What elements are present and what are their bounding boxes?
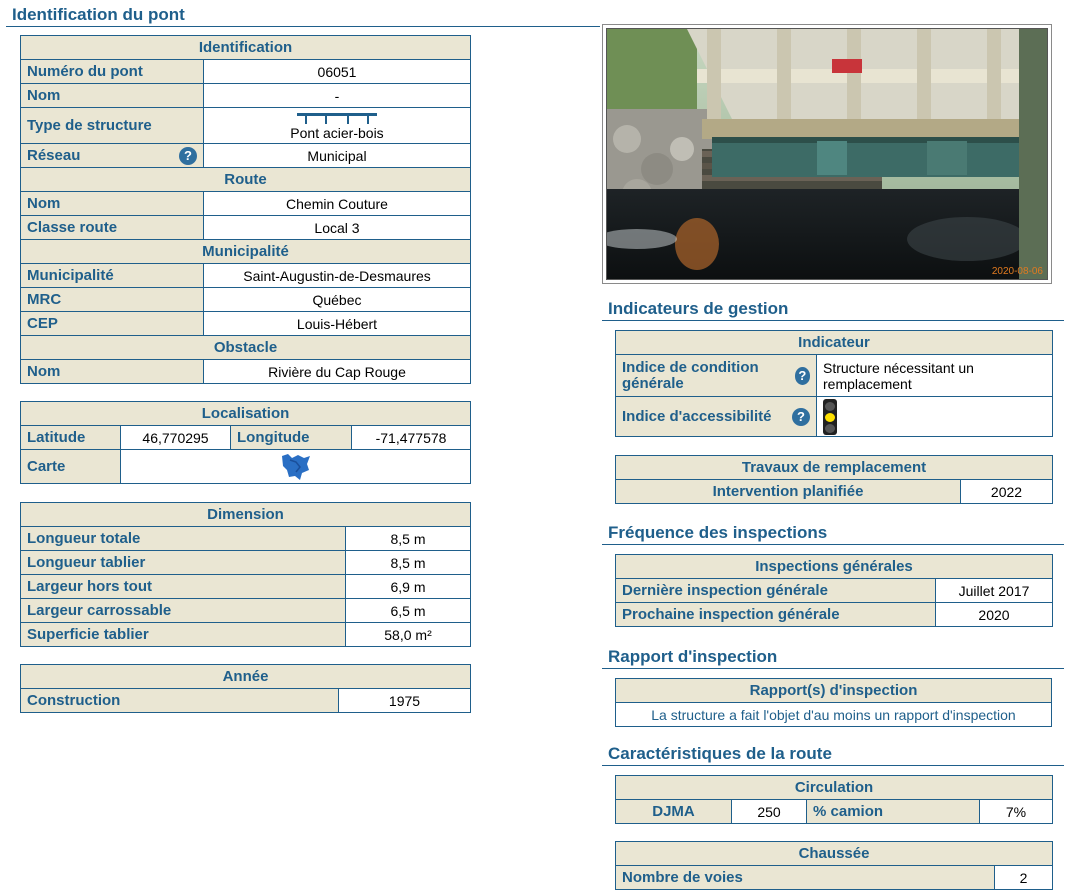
section-title-frequence: Fréquence des inspections bbox=[602, 522, 1064, 545]
municipalite-label: Municipalité bbox=[20, 263, 204, 288]
djma-value: 250 bbox=[731, 799, 807, 824]
dimension-table: Dimension Longueur totale 8,5 m Longueur… bbox=[20, 502, 471, 647]
mrc-label: MRC bbox=[20, 287, 204, 312]
nom-label: Nom bbox=[20, 83, 204, 108]
voies-label: Nombre de voies bbox=[615, 865, 995, 890]
construction-value: 1975 bbox=[338, 688, 471, 713]
photo-date: 2020-08-06 bbox=[991, 266, 1043, 277]
circulation-header: Circulation bbox=[614, 775, 1054, 800]
latitude-value: 46,770295 bbox=[120, 425, 231, 450]
dimension-label: Largeur carrossable bbox=[20, 598, 346, 623]
bridge-type-icon bbox=[297, 112, 377, 124]
derniere-label: Dernière inspection générale bbox=[615, 578, 936, 603]
reseau-label-cell: Réseau ? bbox=[20, 143, 204, 168]
help-icon[interactable]: ? bbox=[179, 146, 197, 165]
dimension-label: Largeur hors tout bbox=[20, 574, 346, 599]
municipalite-header: Municipalité bbox=[20, 239, 471, 264]
intervention-label: Intervention planifiée bbox=[615, 479, 961, 504]
gestion-table: Indicateur Indice de condition générale … bbox=[615, 330, 1053, 437]
type-value: Pont acier-bois bbox=[290, 124, 384, 141]
carte-label: Carte bbox=[20, 449, 121, 484]
reseau-label: Réseau bbox=[27, 146, 81, 164]
icg-value: Structure nécessitant un remplacement bbox=[816, 354, 1053, 397]
travaux-table: Travaux de remplacement Intervention pla… bbox=[614, 455, 1054, 504]
help-icon[interactable]: ? bbox=[792, 407, 810, 426]
bridge-photo[interactable]: 2020-08-06 bbox=[606, 28, 1048, 280]
localisation-table: Localisation Latitude 46,770295 Longitud… bbox=[19, 401, 472, 484]
inspections-header: Inspections générales bbox=[615, 554, 1053, 579]
longitude-label: Longitude bbox=[230, 425, 352, 450]
numero-value: 06051 bbox=[203, 59, 471, 84]
longitude-value: -71,477578 bbox=[350, 425, 472, 450]
route-header: Route bbox=[20, 167, 471, 192]
traffic-light-icon bbox=[823, 398, 837, 435]
annee-header: Année bbox=[20, 664, 471, 689]
localisation-header: Localisation bbox=[19, 401, 472, 426]
section-title-rapport: Rapport d'inspection bbox=[602, 646, 1064, 669]
djma-label: DJMA bbox=[615, 799, 732, 824]
dimension-value: 8,5 m bbox=[345, 550, 471, 575]
icg-label-cell: Indice de condition générale ? bbox=[615, 354, 817, 397]
cep-label: CEP bbox=[20, 311, 204, 336]
obstacle-nom-label: Nom bbox=[20, 359, 204, 384]
accessibilite-label: Indice d'accessibilité bbox=[622, 407, 772, 425]
chaussee-table: Chaussée Nombre de voies 2 bbox=[615, 841, 1053, 890]
help-icon[interactable]: ? bbox=[794, 366, 810, 385]
rapport-header: Rapport(s) d'inspection bbox=[615, 678, 1052, 703]
accessibilite-value bbox=[816, 396, 1053, 437]
travaux-header: Travaux de remplacement bbox=[614, 455, 1054, 480]
reseau-value: Municipal bbox=[203, 143, 471, 168]
classe-value: Local 3 bbox=[203, 215, 471, 240]
identification-header: Identification bbox=[20, 35, 471, 60]
section-title-caracteristiques: Caractéristiques de la route bbox=[602, 743, 1064, 766]
nom-value: - bbox=[203, 83, 471, 108]
numero-label: Numéro du pont bbox=[20, 59, 204, 84]
carte-cell bbox=[119, 449, 472, 484]
classe-label: Classe route bbox=[20, 215, 204, 240]
prochaine-label: Prochaine inspection générale bbox=[615, 602, 936, 627]
rapport-link[interactable]: La structure a fait l'objet d'au moins u… bbox=[615, 702, 1052, 727]
cep-value: Louis-Hébert bbox=[203, 311, 471, 336]
camion-label: % camion bbox=[806, 799, 980, 824]
route-nom-value: Chemin Couture bbox=[203, 191, 471, 216]
type-label: Type de structure bbox=[20, 107, 204, 144]
bridge-photo-image bbox=[607, 29, 1047, 279]
identification-table: Identification Numéro du pont 06051 Nom … bbox=[20, 35, 471, 384]
chaussee-header: Chaussée bbox=[615, 841, 1053, 866]
dimension-value: 58,0 m² bbox=[345, 622, 471, 647]
dimension-label: Superficie tablier bbox=[20, 622, 346, 647]
intervention-value: 2022 bbox=[959, 479, 1054, 504]
map-icon[interactable] bbox=[280, 452, 312, 482]
dimension-value: 8,5 m bbox=[345, 526, 471, 551]
voies-value: 2 bbox=[994, 865, 1053, 890]
dimension-value: 6,5 m bbox=[345, 598, 471, 623]
bridge-photo-frame[interactable]: 2020-08-06 bbox=[602, 24, 1052, 284]
frequence-table: Inspections générales Dernière inspectio… bbox=[615, 554, 1053, 627]
obstacle-header: Obstacle bbox=[20, 335, 471, 360]
annee-table: Année Construction 1975 bbox=[20, 664, 471, 713]
municipalite-value: Saint-Augustin-de-Desmaures bbox=[203, 263, 471, 288]
dimension-label: Longueur tablier bbox=[20, 550, 346, 575]
icg-label: Indice de condition générale bbox=[622, 358, 759, 392]
dimension-label: Longueur totale bbox=[20, 526, 346, 551]
section-title-gestion: Indicateurs de gestion bbox=[602, 298, 1064, 321]
mrc-value: Québec bbox=[203, 287, 471, 312]
dimension-header: Dimension bbox=[20, 502, 471, 527]
construction-label: Construction bbox=[20, 688, 339, 713]
derniere-value: Juillet 2017 bbox=[935, 578, 1053, 603]
prochaine-value: 2020 bbox=[935, 602, 1053, 627]
rapport-table: Rapport(s) d'inspection La structure a f… bbox=[615, 678, 1052, 727]
camion-value: 7% bbox=[978, 799, 1054, 824]
accessibilite-label-cell: Indice d'accessibilité ? bbox=[615, 396, 817, 437]
indicateur-header: Indicateur bbox=[615, 330, 1053, 355]
dimension-value: 6,9 m bbox=[345, 574, 471, 599]
section-title-identification: Identification du pont bbox=[6, 4, 600, 27]
obstacle-nom-value: Rivière du Cap Rouge bbox=[203, 359, 471, 384]
circulation-table: Circulation DJMA 250 % camion 7% bbox=[614, 775, 1054, 824]
latitude-label: Latitude bbox=[20, 425, 121, 450]
type-cell: Pont acier-bois bbox=[203, 107, 471, 144]
route-nom-label: Nom bbox=[20, 191, 204, 216]
